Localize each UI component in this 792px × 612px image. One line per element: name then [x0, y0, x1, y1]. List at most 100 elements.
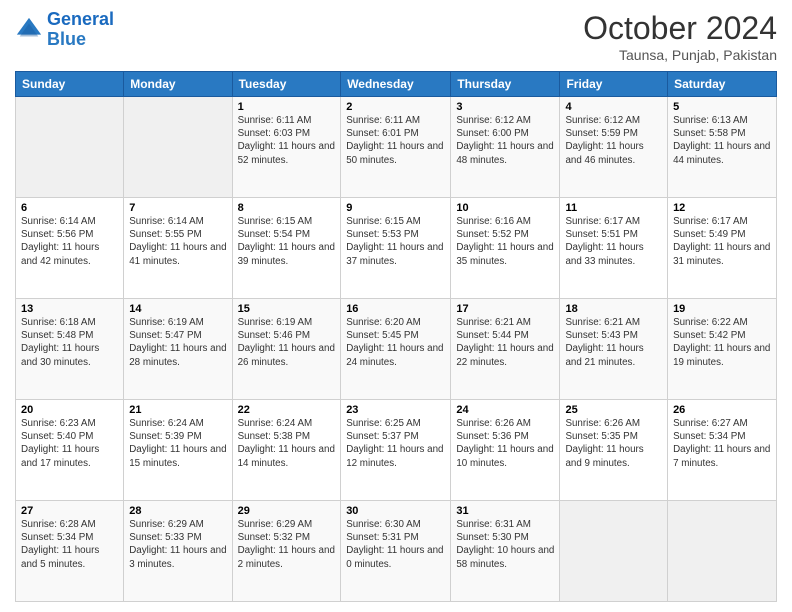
day-info: Sunrise: 6:12 AM Sunset: 5:59 PM Dayligh… — [565, 114, 662, 167]
header-cell-saturday: Saturday — [668, 72, 777, 97]
week-row-4: 20Sunrise: 6:23 AM Sunset: 5:40 PM Dayli… — [16, 400, 777, 501]
day-info: Sunrise: 6:14 AM Sunset: 5:56 PM Dayligh… — [21, 215, 118, 268]
day-cell — [668, 501, 777, 602]
week-row-5: 27Sunrise: 6:28 AM Sunset: 5:34 PM Dayli… — [16, 501, 777, 602]
header-cell-friday: Friday — [560, 72, 668, 97]
header-cell-tuesday: Tuesday — [232, 72, 341, 97]
day-number: 11 — [565, 202, 662, 214]
day-info: Sunrise: 6:24 AM Sunset: 5:38 PM Dayligh… — [238, 417, 336, 470]
header-cell-monday: Monday — [124, 72, 232, 97]
header-cell-wednesday: Wednesday — [341, 72, 451, 97]
day-cell: 26Sunrise: 6:27 AM Sunset: 5:34 PM Dayli… — [668, 400, 777, 501]
day-number: 21 — [129, 404, 226, 416]
day-cell — [560, 501, 668, 602]
day-number: 27 — [21, 505, 118, 517]
header-row: SundayMondayTuesdayWednesdayThursdayFrid… — [16, 72, 777, 97]
day-cell: 31Sunrise: 6:31 AM Sunset: 5:30 PM Dayli… — [451, 501, 560, 602]
day-info: Sunrise: 6:19 AM Sunset: 5:46 PM Dayligh… — [238, 316, 336, 369]
logo-general: General — [47, 9, 114, 29]
day-info: Sunrise: 6:15 AM Sunset: 5:53 PM Dayligh… — [346, 215, 445, 268]
month-title: October 2024 — [583, 10, 777, 47]
day-number: 19 — [673, 303, 771, 315]
day-cell — [16, 97, 124, 198]
day-cell: 11Sunrise: 6:17 AM Sunset: 5:51 PM Dayli… — [560, 198, 668, 299]
day-info: Sunrise: 6:16 AM Sunset: 5:52 PM Dayligh… — [456, 215, 554, 268]
day-number: 2 — [346, 101, 445, 113]
day-number: 28 — [129, 505, 226, 517]
day-info: Sunrise: 6:29 AM Sunset: 5:32 PM Dayligh… — [238, 518, 336, 571]
day-number: 20 — [21, 404, 118, 416]
header-cell-sunday: Sunday — [16, 72, 124, 97]
day-number: 22 — [238, 404, 336, 416]
day-cell: 17Sunrise: 6:21 AM Sunset: 5:44 PM Dayli… — [451, 299, 560, 400]
day-number: 18 — [565, 303, 662, 315]
day-cell: 21Sunrise: 6:24 AM Sunset: 5:39 PM Dayli… — [124, 400, 232, 501]
day-cell: 10Sunrise: 6:16 AM Sunset: 5:52 PM Dayli… — [451, 198, 560, 299]
day-cell: 19Sunrise: 6:22 AM Sunset: 5:42 PM Dayli… — [668, 299, 777, 400]
day-cell: 5Sunrise: 6:13 AM Sunset: 5:58 PM Daylig… — [668, 97, 777, 198]
day-cell: 28Sunrise: 6:29 AM Sunset: 5:33 PM Dayli… — [124, 501, 232, 602]
day-number: 12 — [673, 202, 771, 214]
day-cell: 29Sunrise: 6:29 AM Sunset: 5:32 PM Dayli… — [232, 501, 341, 602]
day-cell: 27Sunrise: 6:28 AM Sunset: 5:34 PM Dayli… — [16, 501, 124, 602]
day-info: Sunrise: 6:31 AM Sunset: 5:30 PM Dayligh… — [456, 518, 554, 571]
day-number: 3 — [456, 101, 554, 113]
day-cell: 25Sunrise: 6:26 AM Sunset: 5:35 PM Dayli… — [560, 400, 668, 501]
day-cell: 14Sunrise: 6:19 AM Sunset: 5:47 PM Dayli… — [124, 299, 232, 400]
week-row-3: 13Sunrise: 6:18 AM Sunset: 5:48 PM Dayli… — [16, 299, 777, 400]
day-info: Sunrise: 6:13 AM Sunset: 5:58 PM Dayligh… — [673, 114, 771, 167]
day-number: 31 — [456, 505, 554, 517]
day-cell: 24Sunrise: 6:26 AM Sunset: 5:36 PM Dayli… — [451, 400, 560, 501]
calendar-header: SundayMondayTuesdayWednesdayThursdayFrid… — [16, 72, 777, 97]
day-info: Sunrise: 6:11 AM Sunset: 6:03 PM Dayligh… — [238, 114, 336, 167]
day-info: Sunrise: 6:11 AM Sunset: 6:01 PM Dayligh… — [346, 114, 445, 167]
logo-text: General Blue — [47, 10, 114, 50]
day-info: Sunrise: 6:24 AM Sunset: 5:39 PM Dayligh… — [129, 417, 226, 470]
day-number: 25 — [565, 404, 662, 416]
day-cell: 23Sunrise: 6:25 AM Sunset: 5:37 PM Dayli… — [341, 400, 451, 501]
day-info: Sunrise: 6:14 AM Sunset: 5:55 PM Dayligh… — [129, 215, 226, 268]
header: General Blue October 2024 Taunsa, Punjab… — [15, 10, 777, 63]
logo-icon — [15, 16, 43, 44]
day-info: Sunrise: 6:17 AM Sunset: 5:49 PM Dayligh… — [673, 215, 771, 268]
day-info: Sunrise: 6:23 AM Sunset: 5:40 PM Dayligh… — [21, 417, 118, 470]
day-info: Sunrise: 6:20 AM Sunset: 5:45 PM Dayligh… — [346, 316, 445, 369]
title-block: October 2024 Taunsa, Punjab, Pakistan — [583, 10, 777, 63]
day-number: 8 — [238, 202, 336, 214]
day-info: Sunrise: 6:19 AM Sunset: 5:47 PM Dayligh… — [129, 316, 226, 369]
day-number: 14 — [129, 303, 226, 315]
day-info: Sunrise: 6:25 AM Sunset: 5:37 PM Dayligh… — [346, 417, 445, 470]
day-info: Sunrise: 6:21 AM Sunset: 5:44 PM Dayligh… — [456, 316, 554, 369]
day-info: Sunrise: 6:28 AM Sunset: 5:34 PM Dayligh… — [21, 518, 118, 571]
day-info: Sunrise: 6:21 AM Sunset: 5:43 PM Dayligh… — [565, 316, 662, 369]
day-cell: 15Sunrise: 6:19 AM Sunset: 5:46 PM Dayli… — [232, 299, 341, 400]
day-cell: 3Sunrise: 6:12 AM Sunset: 6:00 PM Daylig… — [451, 97, 560, 198]
day-info: Sunrise: 6:22 AM Sunset: 5:42 PM Dayligh… — [673, 316, 771, 369]
day-number: 24 — [456, 404, 554, 416]
day-info: Sunrise: 6:29 AM Sunset: 5:33 PM Dayligh… — [129, 518, 226, 571]
calendar-body: 1Sunrise: 6:11 AM Sunset: 6:03 PM Daylig… — [16, 97, 777, 602]
week-row-1: 1Sunrise: 6:11 AM Sunset: 6:03 PM Daylig… — [16, 97, 777, 198]
day-number: 10 — [456, 202, 554, 214]
day-cell: 4Sunrise: 6:12 AM Sunset: 5:59 PM Daylig… — [560, 97, 668, 198]
day-cell: 18Sunrise: 6:21 AM Sunset: 5:43 PM Dayli… — [560, 299, 668, 400]
calendar-table: SundayMondayTuesdayWednesdayThursdayFrid… — [15, 71, 777, 602]
day-cell: 8Sunrise: 6:15 AM Sunset: 5:54 PM Daylig… — [232, 198, 341, 299]
day-cell: 6Sunrise: 6:14 AM Sunset: 5:56 PM Daylig… — [16, 198, 124, 299]
day-cell: 2Sunrise: 6:11 AM Sunset: 6:01 PM Daylig… — [341, 97, 451, 198]
page: General Blue October 2024 Taunsa, Punjab… — [0, 0, 792, 612]
day-cell — [124, 97, 232, 198]
logo: General Blue — [15, 10, 114, 50]
day-number: 29 — [238, 505, 336, 517]
day-cell: 1Sunrise: 6:11 AM Sunset: 6:03 PM Daylig… — [232, 97, 341, 198]
header-cell-thursday: Thursday — [451, 72, 560, 97]
day-cell: 30Sunrise: 6:30 AM Sunset: 5:31 PM Dayli… — [341, 501, 451, 602]
day-number: 26 — [673, 404, 771, 416]
day-info: Sunrise: 6:18 AM Sunset: 5:48 PM Dayligh… — [21, 316, 118, 369]
day-number: 17 — [456, 303, 554, 315]
day-cell: 20Sunrise: 6:23 AM Sunset: 5:40 PM Dayli… — [16, 400, 124, 501]
day-info: Sunrise: 6:26 AM Sunset: 5:36 PM Dayligh… — [456, 417, 554, 470]
day-number: 4 — [565, 101, 662, 113]
day-info: Sunrise: 6:17 AM Sunset: 5:51 PM Dayligh… — [565, 215, 662, 268]
day-cell: 22Sunrise: 6:24 AM Sunset: 5:38 PM Dayli… — [232, 400, 341, 501]
